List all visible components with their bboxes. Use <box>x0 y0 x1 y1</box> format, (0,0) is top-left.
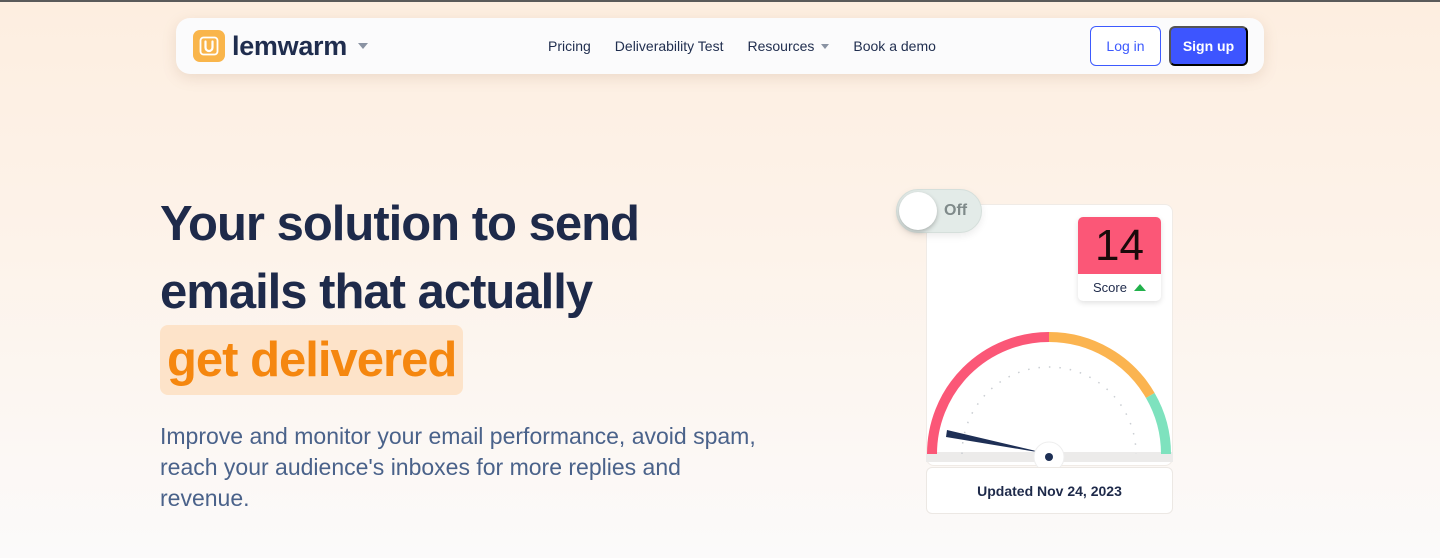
lemwarm-logo-icon <box>193 30 225 62</box>
headline-line-2: emails that actually <box>160 265 593 319</box>
deliverability-gauge <box>926 332 1173 470</box>
nav-link-label: Book a demo <box>853 38 936 54</box>
nav-links: Pricing Deliverability Test Resources Bo… <box>548 18 960 74</box>
navbar: lemwarm Pricing Deliverability Test Reso… <box>176 18 1264 74</box>
nav-link-book-demo[interactable]: Book a demo <box>853 38 936 54</box>
toggle-knob <box>899 192 937 230</box>
chevron-down-icon[interactable] <box>357 43 368 49</box>
login-button[interactable]: Log in <box>1090 26 1161 66</box>
top-border <box>0 0 1440 2</box>
gauge-needle <box>946 430 1049 454</box>
nav-link-label: Resources <box>747 38 815 54</box>
gauge-arc-mid <box>1048 332 1155 399</box>
score-badge: 14 Score <box>1078 217 1161 301</box>
hero-headline: Your solution to send emails that actual… <box>160 190 760 326</box>
gauge-arc-high <box>1145 392 1171 455</box>
nav-link-resources[interactable]: Resources <box>747 38 830 54</box>
nav-link-pricing[interactable]: Pricing <box>548 38 591 54</box>
headline-highlight: get delivered <box>160 325 464 395</box>
score-label: Score <box>1093 280 1127 295</box>
headline-line-1: Your solution to send <box>160 197 640 251</box>
gauge-hub-dot <box>1045 453 1053 461</box>
score-value: 14 <box>1078 217 1161 274</box>
brand-logo[interactable]: lemwarm <box>193 30 368 62</box>
chevron-down-icon <box>821 43 830 49</box>
brand-name: lemwarm <box>232 30 347 61</box>
updated-date: Updated Nov 24, 2023 <box>926 467 1173 514</box>
signup-button[interactable]: Sign up <box>1169 26 1248 66</box>
nav-link-label: Deliverability Test <box>614 38 724 54</box>
nav-link-label: Pricing <box>548 38 591 54</box>
trend-up-icon <box>1133 284 1146 291</box>
hero-subtitle: Improve and monitor your email performan… <box>160 423 756 511</box>
toggle-label: Off <box>944 202 968 219</box>
nav-link-deliverability-test[interactable]: Deliverability Test <box>615 38 724 54</box>
score-footer: Score <box>1078 274 1161 301</box>
warmup-toggle[interactable]: Off <box>896 189 982 233</box>
